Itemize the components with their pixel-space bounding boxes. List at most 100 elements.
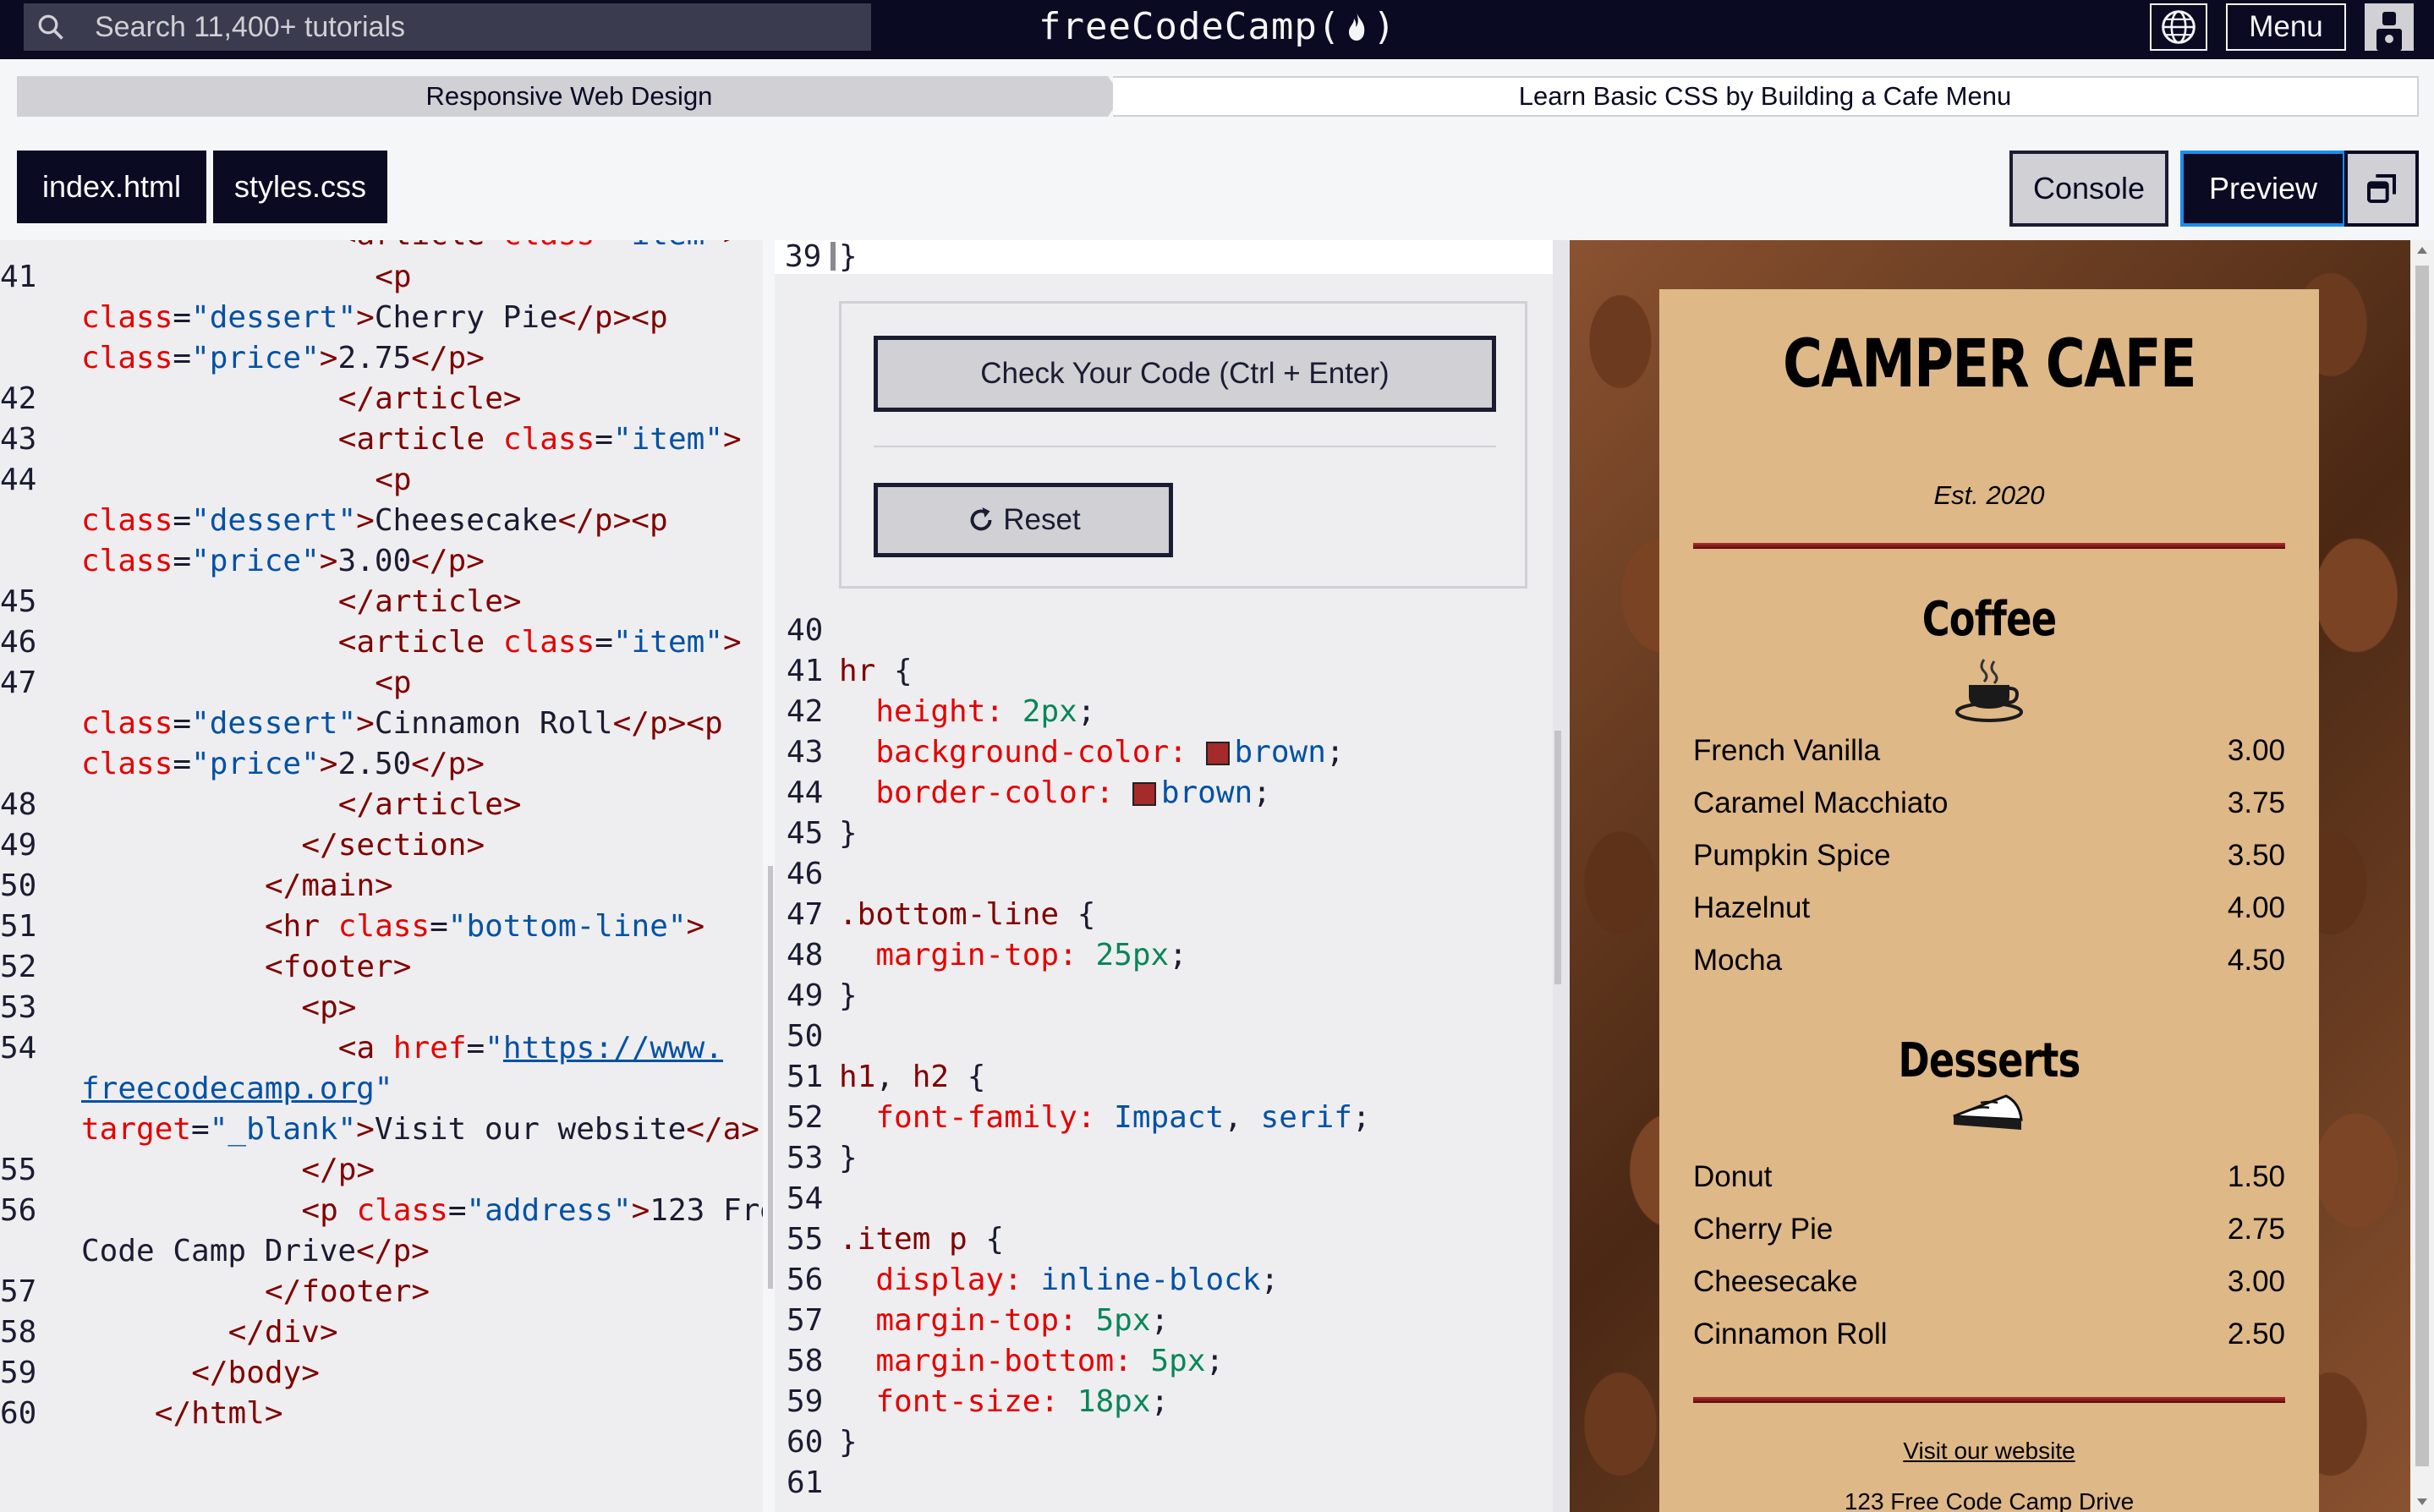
color-swatch[interactable]: [1205, 742, 1230, 765]
code-line: 59 font-size: 18px;: [775, 1382, 1553, 1422]
breadcrumb: Responsive Web Design Learn Basic CSS by…: [0, 59, 2434, 144]
editor-splitter-left[interactable]: [763, 240, 775, 1512]
line-number: 59: [787, 1384, 824, 1419]
external-window-icon: [2367, 174, 2396, 203]
desserts-heading: Desserts: [1898, 1033, 2080, 1088]
menu-item-price: 1.50: [2227, 1160, 2285, 1193]
code-line: class="dessert">Cinnamon Roll</p><p: [0, 704, 763, 744]
preview-scrollbar-thumb[interactable]: [2415, 266, 2429, 1466]
code-text: class="price">2.50</p>: [81, 747, 485, 781]
line-number: 50: [0, 868, 37, 903]
code-line: 45}: [775, 814, 1553, 854]
editor-tabs-bar: index.html styles.css Console Preview: [0, 144, 2434, 240]
line-number: 49: [787, 978, 824, 1013]
code-line: Code Camp Drive</p>: [0, 1231, 763, 1272]
code-text: </article>: [337, 584, 522, 619]
check-code-button[interactable]: Check Your Code (Ctrl + Enter): [874, 336, 1496, 412]
user-avatar[interactable]: [2365, 3, 2414, 51]
website-link[interactable]: Visit our website: [1659, 1438, 2319, 1465]
flame-icon: [1349, 13, 1365, 41]
search-input[interactable]: Search 11,400+ tutorials: [24, 3, 871, 51]
menu-item-price: 3.75: [2227, 786, 2285, 819]
code-line: 40: [775, 611, 1553, 651]
code-line: 47 <p: [0, 663, 763, 704]
established-text: Est. 2020: [1933, 480, 2045, 510]
line-number: 44: [787, 775, 824, 810]
fcc-logo[interactable]: freeCodeCamp( ): [1039, 0, 1396, 52]
line-number: 48: [787, 938, 824, 972]
bottom-divider: [1693, 1397, 2285, 1403]
line-number: 55: [0, 1153, 37, 1187]
code-line: 57 margin-top: 5px;: [775, 1301, 1553, 1341]
menu-item: Hazelnut 4.00: [1693, 891, 2285, 925]
editor-splitter-right[interactable]: [1553, 240, 1570, 1512]
cafe-title: CAMPER CAFE: [1783, 326, 2197, 403]
search-placeholder: Search 11,400+ tutorials: [95, 10, 405, 43]
line-number: 57: [787, 1303, 824, 1338]
code-text: <p: [375, 666, 412, 700]
code-line: 46: [775, 854, 1553, 895]
code-text: </div>: [228, 1315, 338, 1350]
html-code-editor[interactable]: <article class="item"> 41 <p class="dessert…: [0, 240, 763, 1512]
breadcrumb-superblock[interactable]: Responsive Web Design: [17, 76, 1121, 117]
line-number: 46: [787, 857, 824, 891]
preview-pane: CAMPER CAFE Est. 2020 Coffee French Vani…: [1570, 240, 2415, 1512]
preview-button[interactable]: Preview: [2180, 151, 2346, 227]
color-swatch[interactable]: [1132, 782, 1156, 806]
code-line: 57 </footer>: [0, 1272, 763, 1312]
code-line: }: [839, 240, 858, 274]
line-number: 45: [787, 816, 824, 851]
reset-icon: [970, 507, 992, 531]
code-text: .bottom-line {: [839, 897, 1096, 932]
console-button[interactable]: Console: [2009, 151, 2168, 227]
code-text: margin-top: 5px;: [875, 1303, 1170, 1338]
search-icon: [38, 14, 63, 40]
line-number: 42: [787, 694, 824, 729]
breadcrumb-block[interactable]: Learn Basic CSS by Building a Cafe Menu: [1113, 76, 2419, 117]
code-line: class="price">2.75</p>: [0, 338, 763, 379]
css-editor-scrollbar-thumb[interactable]: [1554, 731, 1561, 984]
code-text: <hr class="bottom-line">: [265, 909, 705, 944]
code-line: class="price">2.50</p>: [0, 744, 763, 785]
code-text: </article>: [337, 381, 522, 416]
scroll-up-arrow-icon[interactable]: [2417, 247, 2427, 254]
line-number: 52: [0, 950, 37, 984]
coffee-heading: Coffee: [1921, 592, 2057, 647]
language-button[interactable]: [2150, 3, 2207, 51]
line-number: 53: [0, 990, 37, 1025]
line-number: 41: [787, 654, 824, 688]
html-editor-scrollbar-thumb[interactable]: [768, 866, 773, 1289]
line-number: 56: [0, 1193, 37, 1228]
menu-item: Donut 1.50: [1693, 1160, 2285, 1194]
code-line: class="price">3.00</p>: [0, 541, 763, 582]
menu-button[interactable]: Menu: [2226, 3, 2346, 51]
logo-text: freeCodeCamp(: [1039, 4, 1341, 48]
reset-button[interactable]: Reset: [874, 483, 1173, 557]
code-text: display: inline-block;: [875, 1263, 1280, 1297]
code-line: 56 display: inline-block;: [775, 1260, 1553, 1301]
code-line: 44 <p: [0, 460, 763, 501]
code-text: <p: [375, 260, 412, 294]
menu-item-name: Mocha: [1693, 944, 1783, 977]
scroll-down-arrow-icon[interactable]: [2417, 1498, 2427, 1505]
tab-styles-css[interactable]: styles.css: [213, 151, 387, 223]
line-number: 52: [787, 1100, 824, 1135]
panel-divider: [874, 446, 1496, 447]
menu-item: Cherry Pie 2.75: [1693, 1213, 2285, 1246]
code-line: 44 border-color: brown;: [775, 773, 1553, 814]
preview-scrollbar[interactable]: [2410, 240, 2434, 1512]
cafe-menu: CAMPER CAFE Est. 2020 Coffee French Vani…: [1659, 289, 2319, 1512]
code-line: 58 </div>: [0, 1312, 763, 1353]
code-text: height: 2px;: [875, 694, 1096, 729]
tab-index-html[interactable]: index.html: [17, 151, 206, 223]
line-number: 60: [787, 1425, 824, 1460]
reset-label: Reset: [1003, 503, 1081, 536]
top-nav-bar: Search 11,400+ tutorials freeCodeCamp( )…: [0, 0, 2434, 59]
code-line: 42 </article>: [0, 379, 763, 419]
line-number: 48: [0, 787, 37, 822]
code-line: 61: [775, 1463, 1553, 1504]
code-text: <p class="address">123 Free: [301, 1193, 763, 1228]
code-text: <article class="item">: [337, 625, 742, 660]
code-line: 60}: [775, 1422, 1553, 1463]
popout-preview-button[interactable]: [2344, 151, 2419, 227]
